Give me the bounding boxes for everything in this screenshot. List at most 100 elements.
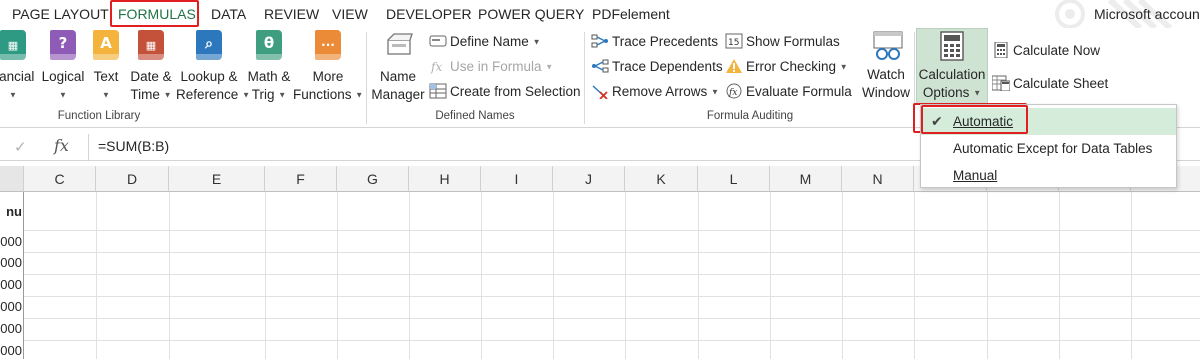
grid-line bbox=[698, 192, 699, 359]
column-header-h[interactable]: H bbox=[409, 166, 481, 192]
math-trig-button[interactable]: θ Math & Trig ▼ bbox=[245, 30, 293, 104]
column-header-n[interactable]: N bbox=[842, 166, 914, 192]
math-label-1: Math & bbox=[247, 69, 291, 84]
tab-page-layout[interactable]: PAGE LAYOUT bbox=[12, 2, 109, 26]
text-button[interactable]: A Text ▼ bbox=[91, 30, 121, 104]
remove-arrows-button[interactable]: Remove Arrows ▼ bbox=[591, 81, 719, 103]
tab-pdfelement[interactable]: PDFelement bbox=[592, 2, 670, 26]
text-label: Text bbox=[93, 69, 119, 84]
more-label-1: More bbox=[312, 69, 344, 84]
column-header-l[interactable]: L bbox=[698, 166, 770, 192]
evaluate-formula-button[interactable]: fx Evaluate Formula bbox=[725, 81, 852, 103]
evaluate-formula-label: Evaluate Formula bbox=[746, 84, 852, 99]
function-library-group-label: Function Library bbox=[57, 110, 141, 122]
b-column-cell[interactable]: 000 bbox=[0, 234, 24, 249]
b-column-cell[interactable]: 000 bbox=[0, 299, 24, 314]
account-label[interactable]: Microsoft account bbox=[1094, 2, 1200, 26]
tab-developer[interactable]: DEVELOPER bbox=[386, 2, 472, 26]
show-formulas-button[interactable]: 15 Show Formulas bbox=[725, 31, 840, 53]
logical-book-icon: ? bbox=[49, 30, 77, 60]
b-column-cell[interactable]: 000 bbox=[0, 255, 24, 270]
automatic-highlight-box bbox=[921, 105, 1028, 134]
trace-precedents-button[interactable]: Trace Precedents bbox=[591, 31, 718, 53]
tab-power-query[interactable]: POWER QUERY bbox=[478, 2, 584, 26]
watch-window-icon bbox=[872, 30, 903, 60]
calculate-sheet-button[interactable]: Calculate Sheet bbox=[991, 73, 1109, 95]
tab-review[interactable]: REVIEW bbox=[264, 2, 319, 26]
more-label-2: Functions bbox=[293, 87, 352, 102]
evaluate-formula-icon: fx bbox=[725, 83, 743, 99]
chevron-down-icon: ▼ bbox=[59, 90, 67, 100]
financial-button[interactable]: ▦ nancial ▼ bbox=[0, 30, 38, 104]
insert-function-icon[interactable]: fx bbox=[54, 136, 69, 155]
calculate-sheet-label: Calculate Sheet bbox=[1013, 76, 1109, 91]
chevron-down-icon: ▼ bbox=[545, 62, 554, 72]
b-column-cell[interactable]: 000 bbox=[0, 277, 24, 292]
grid-line bbox=[169, 192, 170, 359]
calculation-options-label-2: Options bbox=[922, 85, 970, 100]
grid-line bbox=[553, 192, 554, 359]
tab-view[interactable]: VIEW bbox=[332, 2, 368, 26]
use-in-formula-button[interactable]: fx Use in Formula ▼ bbox=[429, 56, 553, 78]
group-separator bbox=[584, 32, 585, 124]
define-name-button[interactable]: Define Name ▼ bbox=[429, 31, 540, 53]
column-header-f[interactable]: F bbox=[265, 166, 337, 192]
remove-arrows-label: Remove Arrows bbox=[612, 84, 708, 99]
grid-line bbox=[409, 192, 410, 359]
more-glyph: ··· bbox=[321, 38, 335, 52]
calculation-options-button[interactable]: Calculation Options ▼ bbox=[916, 30, 988, 102]
error-checking-label: Error Checking bbox=[746, 59, 837, 74]
column-header-k[interactable]: K bbox=[625, 166, 698, 192]
column-header-j[interactable]: J bbox=[553, 166, 625, 192]
b-column-cell[interactable]: 000 bbox=[0, 343, 24, 358]
more-functions-book-icon: ··· bbox=[314, 30, 342, 60]
grid-line bbox=[265, 192, 266, 359]
chevron-down-icon: ▼ bbox=[9, 90, 17, 100]
tab-data[interactable]: DATA bbox=[211, 2, 246, 26]
lookup-reference-button[interactable]: ⌕ Lookup & Reference ▼ bbox=[176, 30, 250, 104]
name-manager-button[interactable]: Name Manager bbox=[369, 30, 427, 104]
column-header-g[interactable]: G bbox=[337, 166, 409, 192]
column-header-b-partial[interactable] bbox=[0, 166, 24, 192]
chevron-down-icon: ▼ bbox=[839, 62, 848, 72]
column-header-c[interactable]: C bbox=[24, 166, 96, 192]
b-column-cell[interactable]: 000 bbox=[0, 321, 24, 336]
calculate-now-button[interactable]: Calculate Now bbox=[992, 40, 1100, 62]
trace-precedents-icon bbox=[591, 33, 609, 49]
logical-label: Logical bbox=[41, 69, 85, 84]
create-from-selection-button[interactable]: Create from Selection bbox=[429, 81, 581, 103]
grid-line bbox=[1059, 192, 1060, 359]
column-header-i[interactable]: I bbox=[481, 166, 553, 192]
trace-dependents-button[interactable]: Trace Dependents bbox=[591, 56, 723, 78]
chevron-down-icon: ▼ bbox=[278, 90, 287, 100]
use-in-formula-label: Use in Formula bbox=[450, 59, 542, 74]
magnifier-glyph: ⌕ bbox=[205, 36, 213, 52]
lookup-book-cover: ⌕ bbox=[196, 30, 222, 60]
financial-book-icon: ▦ bbox=[0, 30, 27, 60]
date-time-button[interactable]: ▦ Date & Time ▼ bbox=[127, 30, 175, 104]
grid-line bbox=[24, 318, 1200, 319]
formula-auditing-group-label: Formula Auditing bbox=[706, 110, 794, 122]
watch-window-button[interactable]: Watch Window bbox=[858, 30, 914, 102]
b-column-header-cell[interactable]: nu bbox=[0, 204, 24, 219]
grid-line bbox=[24, 252, 1200, 253]
error-checking-button[interactable]: Error Checking ▼ bbox=[725, 56, 848, 78]
column-header-m[interactable]: M bbox=[770, 166, 842, 192]
date-time-label-2: Time bbox=[130, 87, 160, 102]
menu-item-automatic-except-data-tables[interactable]: Automatic Except for Data Tables bbox=[921, 135, 1176, 162]
logical-book-cover: ? bbox=[50, 30, 76, 60]
menu-item-manual[interactable]: Manual bbox=[921, 162, 1176, 189]
column-header-e[interactable]: E bbox=[169, 166, 265, 192]
checkmark-icon[interactable]: ✓ bbox=[14, 138, 27, 156]
grid-line bbox=[24, 274, 1200, 275]
menu-item-manual-label: Manual bbox=[953, 168, 998, 183]
lookup-book-icon: ⌕ bbox=[195, 30, 223, 60]
grid-line bbox=[24, 230, 1200, 231]
defined-names-group-label: Defined Names bbox=[435, 110, 515, 122]
column-header-d[interactable]: D bbox=[96, 166, 169, 192]
more-functions-button[interactable]: ··· More Functions ▼ bbox=[293, 30, 363, 104]
name-manager-icon bbox=[384, 30, 413, 60]
define-name-label: Define Name bbox=[450, 34, 529, 49]
tag-icon bbox=[429, 33, 447, 49]
logical-button[interactable]: ? Logical ▼ bbox=[40, 30, 86, 104]
